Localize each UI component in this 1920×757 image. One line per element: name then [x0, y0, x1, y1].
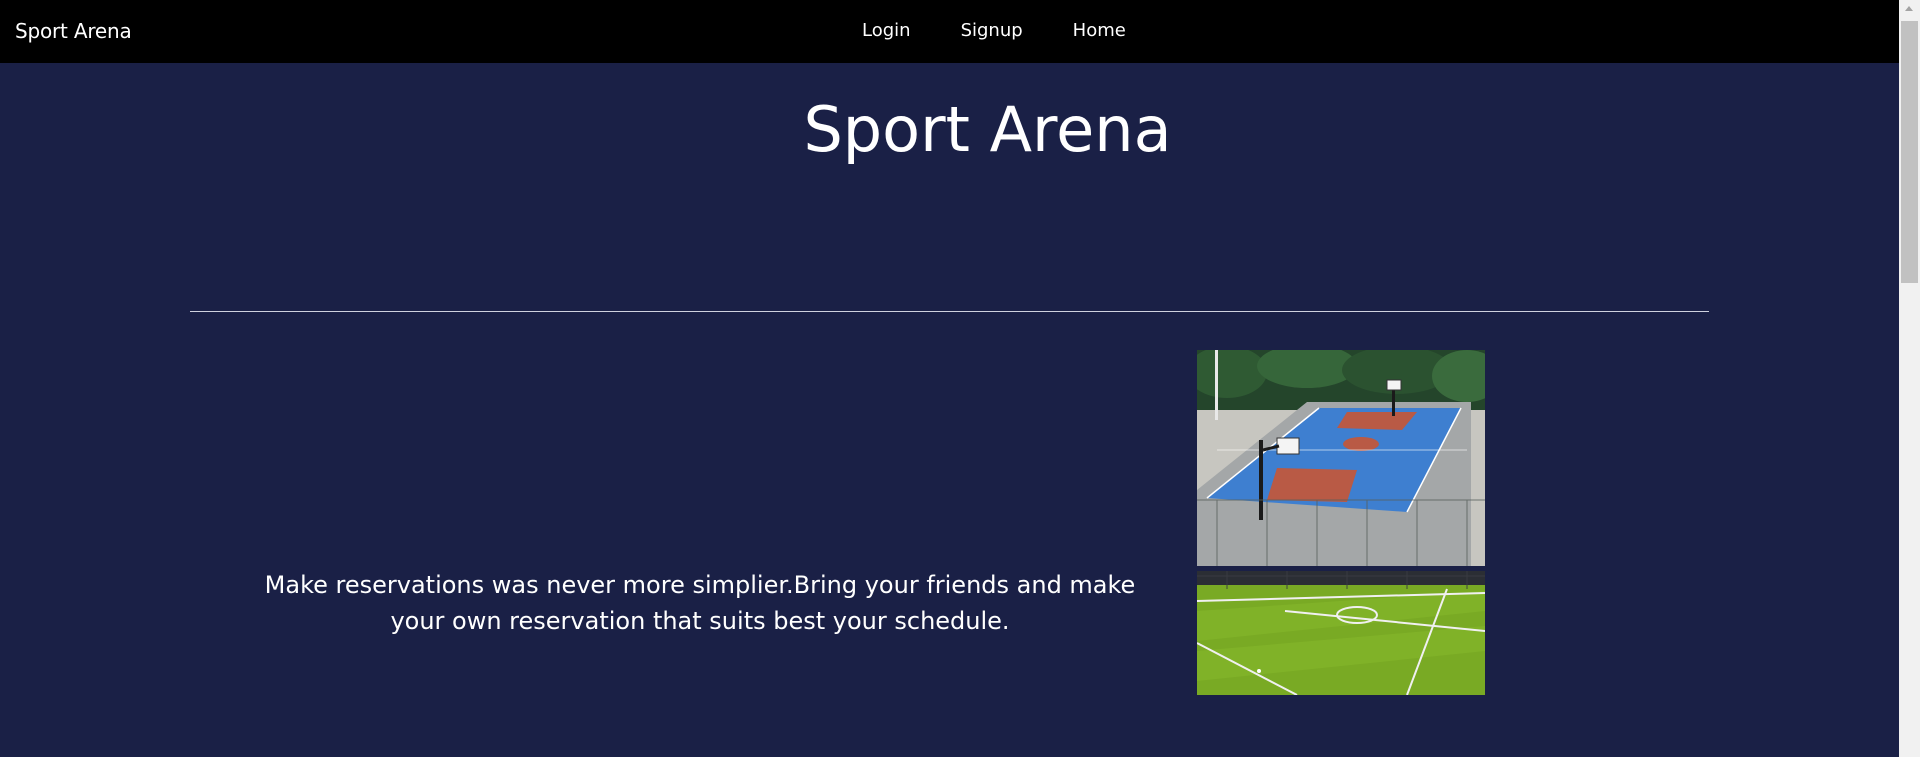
- brand-link[interactable]: Sport Arena: [15, 19, 132, 43]
- nav-home-link[interactable]: Home: [1073, 19, 1126, 43]
- main-content: [0, 63, 1899, 757]
- page-scrollbar[interactable]: [1899, 0, 1920, 757]
- hero-tagline: Make reservations was never more simplie…: [264, 571, 1136, 635]
- scroll-up-arrow-icon[interactable]: [1905, 6, 1913, 11]
- nav-login-link[interactable]: Login: [862, 19, 911, 43]
- hero-title: Sport Arena: [803, 93, 1172, 166]
- nav-signup-link[interactable]: Signup: [961, 19, 1023, 43]
- scrollbar-thumb[interactable]: [1901, 21, 1918, 283]
- football-field-photo: [1197, 571, 1485, 695]
- hero-divider: [190, 311, 1709, 312]
- nav-links: Login Signup Home: [862, 19, 1176, 43]
- basketball-court-photo: [1197, 350, 1485, 566]
- top-navbar: Sport Arena Login Signup Home: [0, 0, 1899, 63]
